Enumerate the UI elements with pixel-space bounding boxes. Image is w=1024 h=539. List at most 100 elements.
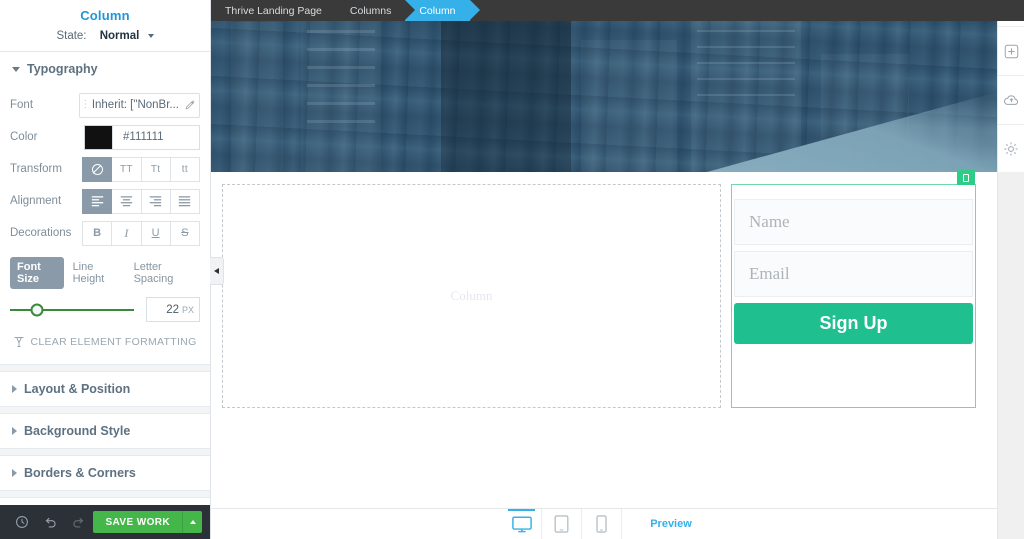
preview-button[interactable]: Preview <box>636 513 706 535</box>
transform-segmented-control: TT Tt tt <box>82 156 200 182</box>
rail-add-button[interactable] <box>998 26 1024 75</box>
align-left-icon <box>91 195 103 206</box>
rail-cloud-button[interactable] <box>998 75 1024 124</box>
email-field[interactable]: Email <box>734 251 973 297</box>
pencil-icon[interactable] <box>179 100 199 111</box>
bold-button[interactable]: B <box>82 220 113 246</box>
transform-uppercase-button[interactable]: TT <box>112 156 142 182</box>
history-button[interactable] <box>8 515 36 529</box>
sidebar-header: Column State: Normal <box>0 0 210 52</box>
hero-window-row <box>697 94 795 96</box>
font-size-input[interactable]: 22 PX <box>146 297 200 322</box>
tab-font-size[interactable]: Font Size <box>10 257 64 289</box>
no-transform-icon <box>91 163 103 175</box>
hero-window-row <box>307 48 375 51</box>
align-center-button[interactable] <box>112 188 142 214</box>
sidebar-footer: SAVE WORK <box>0 505 210 539</box>
breadcrumb-item-columns[interactable]: Columns <box>336 0 416 21</box>
sign-up-button[interactable]: Sign Up <box>734 303 973 344</box>
clear-format-icon <box>14 337 24 347</box>
slider-knob[interactable] <box>30 303 44 316</box>
strikethrough-button[interactable]: S <box>170 220 200 246</box>
font-value: Inherit: ["NonBr... <box>91 99 179 111</box>
column-handle-badge[interactable] <box>957 170 975 185</box>
triangle-right-icon <box>12 385 17 393</box>
color-row: Color #111111 <box>10 122 200 152</box>
breadcrumb: Thrive Landing Page Columns Column <box>211 0 1024 21</box>
panel-borders-corners-header[interactable]: Borders & Corners <box>0 456 210 490</box>
triangle-right-icon <box>12 427 17 435</box>
left-sidebar: Column State: Normal Typography Font ⋮ I… <box>0 0 211 539</box>
alignment-segmented-control <box>82 188 200 214</box>
chevron-left-icon <box>214 268 219 274</box>
alignment-row: Alignment <box>10 186 200 216</box>
plus-square-icon <box>1004 44 1018 58</box>
font-size-unit: PX <box>181 304 194 315</box>
breadcrumb-item-landing-page[interactable]: Thrive Landing Page <box>211 0 336 21</box>
hero-shadow-band <box>441 0 571 172</box>
triangle-right-icon <box>12 469 17 477</box>
panel-borders-corners[interactable]: Borders & Corners <box>0 455 210 491</box>
transform-none-button[interactable] <box>82 156 113 182</box>
clear-formatting-label: CLEAR ELEMENT FORMATTING <box>30 336 197 348</box>
state-selector[interactable]: State: Normal <box>0 30 210 42</box>
drag-grip-icon: ⋮ <box>80 99 90 110</box>
rail-settings-button[interactable] <box>998 124 1024 173</box>
panel-animation-action[interactable]: Animation & Action <box>0 497 210 505</box>
underline-button[interactable]: U <box>141 220 171 246</box>
empty-column-placeholder: Column <box>450 288 493 303</box>
tablet-icon <box>554 515 569 533</box>
panel-background-style-label: Background Style <box>24 424 131 438</box>
save-work-button[interactable]: SAVE WORK <box>93 511 202 533</box>
panel-animation-action-header[interactable]: Animation & Action <box>0 498 210 505</box>
hero-building <box>581 40 677 172</box>
tab-letter-spacing[interactable]: Letter Spacing <box>127 257 198 289</box>
hero-image[interactable] <box>211 0 997 172</box>
italic-button[interactable]: I <box>112 220 142 246</box>
panel-background-style-header[interactable]: Background Style <box>0 414 210 448</box>
app-root: Column State: Normal Typography Font ⋮ I… <box>0 0 1024 539</box>
panel-borders-corners-label: Borders & Corners <box>24 466 136 480</box>
undo-button[interactable] <box>36 515 64 529</box>
tab-line-height[interactable]: Line Height <box>66 257 125 289</box>
align-justify-icon <box>179 195 191 206</box>
transform-label: Transform <box>10 163 62 175</box>
column-handle-icon <box>963 173 969 182</box>
device-buttons <box>502 508 623 539</box>
device-mobile-button[interactable] <box>582 508 623 539</box>
email-field-placeholder: Email <box>749 264 790 283</box>
align-left-button[interactable] <box>82 188 113 214</box>
align-right-button[interactable] <box>141 188 171 214</box>
transform-lowercase-button[interactable]: tt <box>170 156 200 182</box>
hero-window-row <box>307 84 375 87</box>
panel-layout-position[interactable]: Layout & Position <box>0 371 210 407</box>
hero-window-row <box>697 30 795 32</box>
transform-capitalize-button[interactable]: Tt <box>141 156 171 182</box>
empty-column[interactable]: Column <box>222 184 721 408</box>
panel-layout-position-header[interactable]: Layout & Position <box>0 372 210 406</box>
font-size-slider[interactable] <box>10 303 134 316</box>
form-column[interactable]: Name Email Sign Up <box>731 170 976 408</box>
sidebar-collapse-handle[interactable] <box>210 257 224 285</box>
triangle-down-icon <box>12 66 20 72</box>
panel-layout-position-label: Layout & Position <box>24 382 131 396</box>
hero-window-row <box>697 62 795 64</box>
save-options-button[interactable] <box>182 511 202 533</box>
desktop-icon <box>511 516 532 532</box>
redo-button[interactable] <box>64 515 92 529</box>
color-swatch[interactable] <box>84 124 112 150</box>
canvas-content: Column Name Email Sign Up <box>211 170 997 508</box>
clear-formatting-button[interactable]: CLEAR ELEMENT FORMATTING <box>10 326 200 354</box>
device-desktop-button[interactable] <box>502 508 543 539</box>
align-justify-button[interactable] <box>170 188 200 214</box>
name-field[interactable]: Name <box>734 199 973 245</box>
color-value[interactable]: #111111 <box>112 124 200 150</box>
panel-background-style[interactable]: Background Style <box>0 413 210 449</box>
panel-typography-header[interactable]: Typography <box>0 52 210 86</box>
panel-typography-label: Typography <box>27 62 98 76</box>
save-work-label: SAVE WORK <box>105 516 170 528</box>
align-right-icon <box>149 195 162 206</box>
hero-window-row <box>307 66 375 69</box>
font-field[interactable]: ⋮ Inherit: ["NonBr... <box>78 92 200 118</box>
device-tablet-button[interactable] <box>542 508 583 539</box>
